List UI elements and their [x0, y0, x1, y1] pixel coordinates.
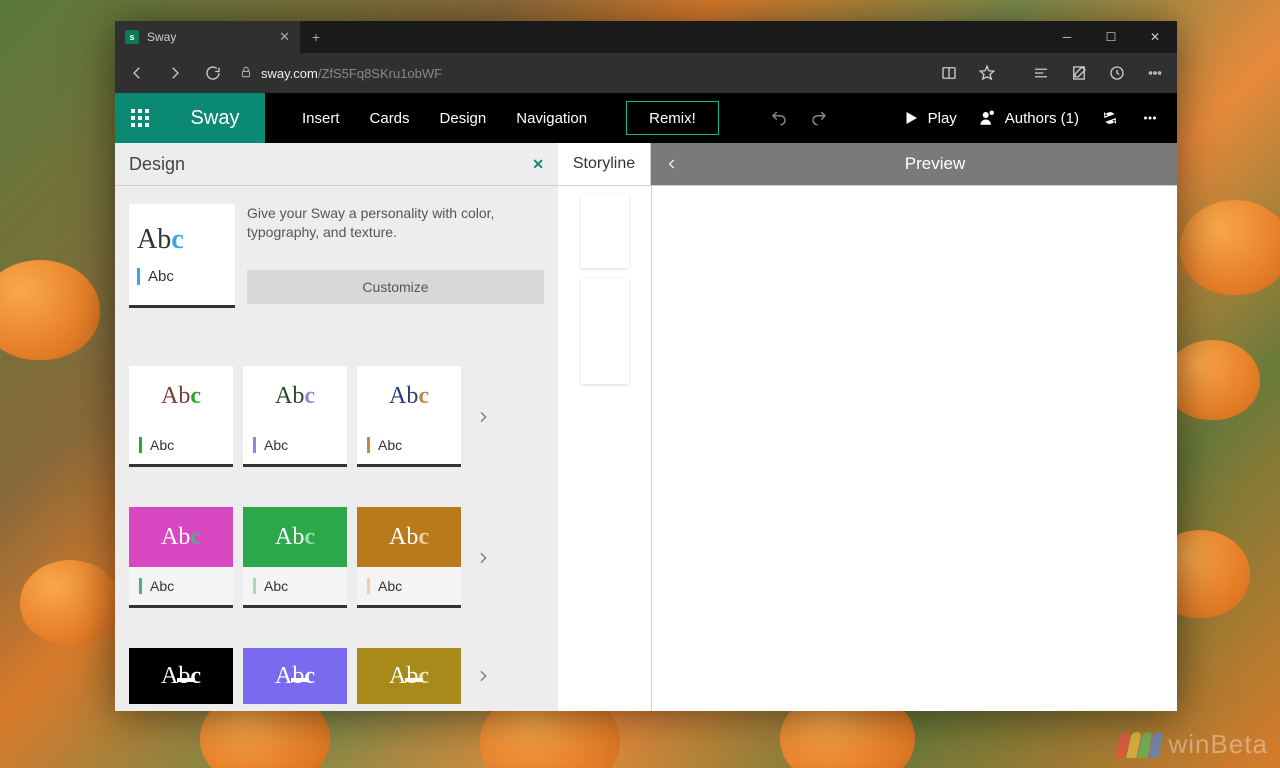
back-button[interactable] — [119, 55, 155, 91]
favorite-icon[interactable] — [969, 55, 1005, 91]
sub-header: Design ✕ Storyline Preview — [115, 143, 1177, 186]
style-card[interactable]: AbcAbc — [129, 366, 233, 467]
url-domain: sway.com — [261, 66, 318, 81]
hub-icon[interactable] — [1023, 55, 1059, 91]
redo-button[interactable] — [810, 109, 828, 127]
window-minimize-button[interactable]: ─ — [1045, 21, 1089, 53]
design-pane-header: Design ✕ — [115, 143, 558, 185]
preview-header[interactable]: Preview — [693, 143, 1177, 185]
browser-window: s Sway ✕ + ─ ☐ ✕ sway.com/ZfS5Fq8SKru1ob… — [115, 21, 1177, 711]
address-bar: sway.com/ZfS5Fq8SKru1obWF — [115, 53, 1177, 93]
close-design-pane[interactable]: ✕ — [532, 156, 544, 173]
more-styles-button[interactable] — [471, 664, 495, 688]
forward-button[interactable] — [157, 55, 193, 91]
style-card[interactable]: Abc — [129, 648, 233, 704]
sync-icon[interactable] — [1101, 109, 1119, 127]
more-styles-button[interactable] — [471, 405, 495, 429]
play-button[interactable]: Play — [902, 109, 957, 127]
undo-button[interactable] — [770, 109, 788, 127]
storyline-header[interactable]: Storyline — [558, 143, 651, 185]
style-card[interactable]: AbcAbc — [357, 507, 461, 608]
browser-tab[interactable]: s Sway ✕ — [115, 21, 300, 53]
style-card[interactable]: AbcAbc — [357, 366, 461, 467]
design-description: Give your Sway a personality with color,… — [247, 204, 544, 242]
current-style-card[interactable]: Abc Abc — [129, 204, 235, 308]
desktop-wallpaper: s Sway ✕ + ─ ☐ ✕ sway.com/ZfS5Fq8SKru1ob… — [0, 0, 1280, 768]
storyline-card[interactable] — [581, 278, 629, 384]
url-field[interactable]: sway.com/ZfS5Fq8SKru1obWF — [233, 65, 929, 82]
window-close-button[interactable]: ✕ — [1133, 21, 1177, 53]
new-tab-button[interactable]: + — [300, 21, 332, 53]
storyline-card[interactable] — [581, 194, 629, 268]
webnote-icon[interactable] — [1061, 55, 1097, 91]
share-icon[interactable] — [1099, 55, 1135, 91]
sway-toolbar: Sway Insert Cards Design Navigation Remi… — [115, 93, 1177, 143]
design-pane: Abc Abc Give your Sway a personality wit… — [115, 186, 558, 711]
reading-view-icon[interactable] — [931, 55, 967, 91]
customize-button[interactable]: Customize — [247, 270, 544, 304]
preview-pane — [652, 186, 1177, 711]
watermark: winBeta — [1118, 729, 1269, 760]
style-card[interactable]: AbcAbc — [243, 366, 347, 467]
app-more-icon[interactable] — [1141, 109, 1159, 127]
storyline-pane — [558, 186, 652, 711]
tab-bar: s Sway ✕ + ─ ☐ ✕ — [115, 21, 1177, 53]
favicon: s — [125, 30, 139, 44]
more-icon[interactable] — [1137, 55, 1173, 91]
url-path: /ZfS5Fq8SKru1obWF — [318, 66, 442, 81]
lock-icon — [239, 65, 253, 82]
menu-cards[interactable]: Cards — [355, 93, 425, 143]
remix-button[interactable]: Remix! — [626, 101, 719, 135]
sway-brand[interactable]: Sway — [165, 93, 265, 143]
authors-button[interactable]: Authors (1) — [979, 109, 1079, 127]
refresh-button[interactable] — [195, 55, 231, 91]
collapse-storyline-button[interactable] — [651, 143, 693, 185]
tab-close-icon[interactable]: ✕ — [279, 29, 290, 45]
menu-navigation[interactable]: Navigation — [501, 93, 602, 143]
more-styles-button[interactable] — [471, 546, 495, 570]
style-card[interactable]: AbcAbc — [129, 507, 233, 608]
style-card[interactable]: Abc — [243, 648, 347, 704]
tab-title: Sway — [147, 30, 176, 44]
style-card[interactable]: AbcAbc — [243, 507, 347, 608]
app-launcher-button[interactable] — [115, 93, 165, 143]
menu-design[interactable]: Design — [425, 93, 502, 143]
window-maximize-button[interactable]: ☐ — [1089, 21, 1133, 53]
menu-insert[interactable]: Insert — [287, 93, 355, 143]
style-card[interactable]: Abc — [357, 648, 461, 704]
